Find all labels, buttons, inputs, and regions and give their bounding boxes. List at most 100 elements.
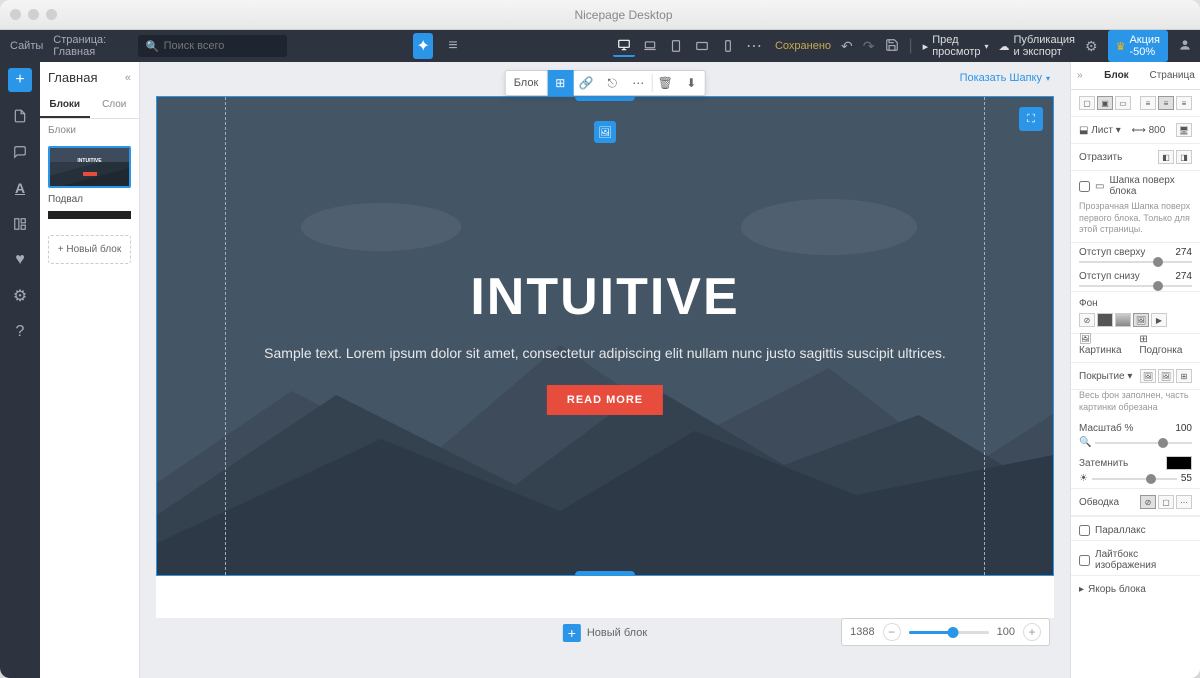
preview-button[interactable]: ▸Пред просмотр▾ (923, 34, 989, 58)
fullscreen-icon[interactable]: ⛶ (1019, 107, 1043, 131)
hero-title[interactable]: INTUITIVE (157, 267, 1053, 327)
rail-gear-icon[interactable]: ⚙ (8, 284, 32, 308)
hero-text[interactable]: Sample text. Lorem ipsum dolor sit amet,… (217, 345, 993, 361)
bg-gradient-icon[interactable] (1115, 313, 1131, 327)
pos-3-icon[interactable]: ⊞ (1176, 369, 1192, 383)
bg-fit-btn[interactable]: ⊞ Подгонка (1139, 334, 1192, 356)
max-dot[interactable] (46, 9, 57, 20)
new-block-button[interactable]: + Новый блок (48, 235, 131, 264)
zoom-slider[interactable] (909, 631, 989, 634)
parallax-checkbox[interactable] (1079, 525, 1090, 536)
block-label[interactable]: Блок (506, 71, 548, 95)
zoom-out-icon[interactable]: − (883, 623, 901, 641)
scale-slider[interactable] (1095, 442, 1192, 444)
stroke-none-icon[interactable]: ⊘ (1140, 495, 1156, 509)
footer-thumbnail[interactable] (48, 211, 131, 219)
bg-none-icon[interactable]: ⊘ (1079, 313, 1095, 327)
pos-2-icon[interactable]: 🖼 (1158, 369, 1174, 383)
rp-tab-block[interactable]: Блок (1089, 63, 1145, 88)
rail-pages-icon[interactable] (8, 104, 32, 128)
search-input[interactable] (164, 40, 279, 52)
user-icon[interactable] (1178, 38, 1192, 55)
resize-handle-top[interactable] (575, 96, 635, 101)
device-desktop-icon[interactable] (613, 35, 635, 57)
publish-button[interactable]: ☁Публикация и экспорт (999, 34, 1075, 58)
tb-layout-icon[interactable]: ⊞ (547, 70, 573, 96)
valign-3-icon[interactable]: ≡ (1176, 96, 1192, 110)
rail-text-icon[interactable]: A (8, 176, 32, 200)
canvas-new-block[interactable]: + Новый блок (563, 624, 647, 642)
valign-1-icon[interactable]: ≡ (1140, 96, 1156, 110)
align-1-icon[interactable]: ▢ (1079, 96, 1095, 110)
bg-image-icon[interactable]: 🖼 (1133, 313, 1149, 327)
rail-layout-icon[interactable] (8, 212, 32, 236)
search-box[interactable]: 🔍 (138, 35, 287, 57)
crumb-page[interactable]: Страница: Главная (53, 34, 128, 58)
device-more-icon[interactable]: ⋯ (743, 35, 765, 57)
darken-val[interactable]: 55 (1181, 473, 1192, 484)
undo-icon[interactable]: ↶ (841, 38, 853, 55)
rail-comment-icon[interactable] (8, 140, 32, 164)
device-override-icon[interactable]: 🖥 (1176, 123, 1192, 137)
tab-layers[interactable]: Слои (90, 93, 140, 118)
darken-swatch[interactable] (1166, 456, 1192, 470)
stroke-solid-icon[interactable]: ▢ (1158, 495, 1174, 509)
show-header-link[interactable]: Показать Шапку▾ (960, 72, 1050, 84)
bg-color-icon[interactable] (1097, 313, 1113, 327)
zoom-in-icon[interactable]: + (1023, 623, 1041, 641)
pad-bot-slider[interactable] (1079, 285, 1192, 287)
stroke-more-icon[interactable]: ⋯ (1176, 495, 1192, 509)
side-move-icon[interactable]: ⇅ (156, 321, 157, 335)
valign-2-icon[interactable]: ≡ (1158, 96, 1174, 110)
magic-tool-icon[interactable]: ✦ (413, 33, 433, 59)
header-over-checkbox[interactable] (1079, 181, 1090, 192)
scale-val[interactable]: 100 (1175, 423, 1192, 434)
rp-tab-page[interactable]: Страница (1144, 63, 1200, 88)
lightbox-check[interactable]: Лайтбокс изображения (1071, 540, 1200, 575)
canvas[interactable]: INTUITIVE Sample text. Lorem ipsum dolor… (156, 96, 1054, 618)
anchor-section[interactable]: ▸ Якорь блока (1071, 575, 1200, 603)
promo-button[interactable]: ♛Акция -50% (1108, 30, 1168, 62)
device-mobile-icon[interactable] (717, 35, 739, 57)
pad-top-slider[interactable] (1079, 261, 1192, 263)
tb-link-icon[interactable]: 🔗 (573, 70, 599, 96)
resize-handle-bottom[interactable] (575, 571, 635, 576)
bg-video-icon[interactable]: ▶ (1151, 313, 1167, 327)
tb-anchor-icon[interactable]: ⎋ (599, 70, 625, 96)
brightness-icon[interactable]: ☀ (1079, 473, 1088, 484)
pad-top-val[interactable]: 274 (1175, 247, 1192, 258)
zoom-reset-icon[interactable]: 🔍 (1079, 437, 1091, 448)
darken-slider[interactable] (1092, 478, 1177, 480)
hero-block[interactable]: INTUITIVE Sample text. Lorem ipsum dolor… (156, 96, 1054, 576)
parallax-check[interactable]: Параллакс (1071, 516, 1200, 540)
save-icon[interactable] (885, 38, 899, 55)
device-laptop-icon[interactable] (639, 35, 661, 57)
bg-image-btn[interactable]: 🖼 Картинка (1079, 334, 1135, 356)
cover-dropdown[interactable]: Покрытие ▾ (1079, 371, 1132, 382)
rail-help-icon[interactable]: ? (8, 320, 32, 344)
header-over-check[interactable]: ▭ Шапка поверх блока (1071, 171, 1200, 201)
flip-v-icon[interactable]: ◨ (1176, 150, 1192, 164)
pos-1-icon[interactable]: 🖼 (1140, 369, 1156, 383)
collapse-panel-icon[interactable]: « (125, 72, 131, 84)
tb-download-icon[interactable]: ⬇ (678, 70, 704, 96)
pad-bot-val[interactable]: 274 (1175, 271, 1192, 282)
lightbox-checkbox[interactable] (1079, 555, 1090, 566)
tb-delete-icon[interactable]: 🗑 (652, 70, 678, 96)
device-tablet-land-icon[interactable] (691, 35, 713, 57)
side-delete-icon[interactable]: 🗑 (156, 338, 157, 352)
close-dot[interactable] (10, 9, 21, 20)
flip-h-icon[interactable]: ◧ (1158, 150, 1174, 164)
block-thumbnail[interactable]: INTUITIVE (48, 146, 131, 188)
redo-icon[interactable]: ↷ (863, 38, 875, 55)
rail-favorite-icon[interactable]: ♥ (8, 248, 32, 272)
tab-blocks[interactable]: Блоки (40, 93, 90, 118)
width-mode-icon[interactable]: ⬓ Лист ▾ (1079, 125, 1121, 136)
device-tablet-icon[interactable] (665, 35, 687, 57)
expand-panel-icon[interactable]: » (1071, 70, 1089, 81)
align-2-icon[interactable]: ▣ (1097, 96, 1113, 110)
tb-more-icon[interactable]: ⋯ (625, 70, 651, 96)
hero-button[interactable]: READ MORE (547, 385, 663, 415)
min-dot[interactable] (28, 9, 39, 20)
list-tool-icon[interactable]: ≡ (443, 33, 463, 59)
